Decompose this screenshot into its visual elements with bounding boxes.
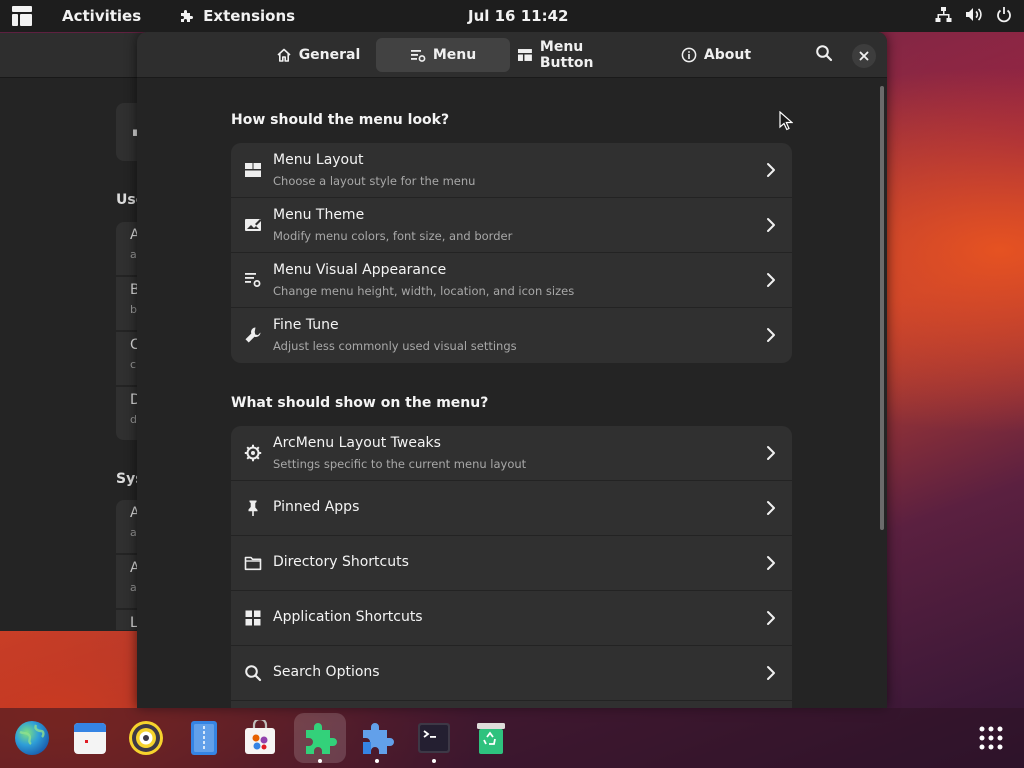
search-icon <box>245 665 262 682</box>
scrollbar[interactable] <box>880 86 884 530</box>
window-header: General Menu Menu Button About <box>137 32 887 78</box>
row-title: Pinned Apps <box>273 499 360 515</box>
dock <box>0 708 1024 768</box>
chevron-right-icon <box>767 556 775 570</box>
row-menu-layout[interactable]: Menu Layout Choose a layout style for th… <box>231 143 792 198</box>
activities-button[interactable]: Activities <box>62 7 141 25</box>
row-partial <box>231 701 792 708</box>
tab-menu-button[interactable]: Menu Button <box>517 38 641 72</box>
layout-icon <box>245 163 261 177</box>
search-icon[interactable] <box>815 44 833 62</box>
row-pinned-apps[interactable]: Pinned Apps <box>231 481 792 536</box>
text-editor-icon[interactable] <box>186 720 222 756</box>
row-subtitle: Adjust less commonly used visual setting… <box>273 339 517 353</box>
running-indicator <box>432 759 436 763</box>
theme-icon <box>245 219 262 231</box>
row-directory-shortcuts[interactable]: Directory Shortcuts <box>231 536 792 591</box>
software-center-icon[interactable] <box>242 720 278 756</box>
info-icon <box>681 47 697 63</box>
section-title: How should the menu look? <box>231 112 450 128</box>
running-indicator <box>375 759 379 763</box>
chevron-right-icon <box>767 163 775 177</box>
section-title: What should show on the menu? <box>231 395 489 411</box>
tab-label: Menu Button <box>539 39 594 71</box>
system-status-area[interactable] <box>935 6 1012 23</box>
calendar-icon[interactable] <box>72 720 108 756</box>
row-title: Menu Visual Appearance <box>273 262 447 278</box>
close-button[interactable] <box>852 44 876 68</box>
row-title: Application Shortcuts <box>273 609 423 625</box>
row-title: Fine Tune <box>273 317 339 333</box>
gear-icon <box>244 444 262 462</box>
row-subtitle: Settings specific to the current menu la… <box>273 457 527 471</box>
tab-menu[interactable]: Menu <box>376 38 510 72</box>
row-title: Menu Theme <box>273 207 365 223</box>
terminal-icon[interactable] <box>416 720 452 756</box>
row-title: Search Options <box>273 664 380 680</box>
workspace-logo-icon[interactable] <box>12 6 32 26</box>
chevron-right-icon <box>767 666 775 680</box>
row-title: Directory Shortcuts <box>273 554 409 570</box>
arcmenu-settings-window[interactable]: General Menu Menu Button About How shoul… <box>137 32 887 708</box>
tab-label: General <box>298 47 361 63</box>
chevron-right-icon <box>767 501 775 515</box>
tab-label: Menu <box>432 47 477 63</box>
tab-general[interactable]: General <box>260 38 376 72</box>
extensions-app-label: Extensions <box>203 7 296 25</box>
chevron-right-icon <box>767 273 775 287</box>
chevron-right-icon <box>767 218 775 232</box>
close-icon <box>859 51 869 61</box>
tab-about[interactable]: About <box>672 38 760 72</box>
row-subtitle: Choose a layout style for the menu <box>273 174 476 188</box>
row-menu-visual-appearance[interactable]: Menu Visual Appearance Change menu heigh… <box>231 253 792 308</box>
background-window-header <box>0 33 150 78</box>
settings-group-look: Menu Layout Choose a layout style for th… <box>231 143 792 363</box>
volume-icon <box>966 8 982 21</box>
extensions-icon[interactable] <box>302 720 338 756</box>
network-icon <box>935 7 952 22</box>
chevron-right-icon <box>767 446 775 460</box>
row-search-options[interactable]: Search Options <box>231 646 792 701</box>
puzzle-icon <box>181 10 194 22</box>
row-subtitle: Change menu height, width, location, and… <box>273 284 575 298</box>
rhythmbox-icon[interactable] <box>128 720 164 756</box>
row-menu-theme[interactable]: Menu Theme Modify menu colors, font size… <box>231 198 792 253</box>
clock[interactable]: Jul 16 11:42 <box>468 7 568 25</box>
menu-button-icon <box>517 49 532 61</box>
settings-group-show: ArcMenu Layout Tweaks Settings specific … <box>231 426 792 708</box>
tab-label: About <box>703 47 752 63</box>
mouse-pointer-icon <box>779 111 793 131</box>
folder-icon <box>244 556 262 571</box>
row-application-shortcuts[interactable]: Application Shortcuts <box>231 591 792 646</box>
row-subtitle: Modify menu colors, font size, and borde… <box>273 229 513 243</box>
trash-icon[interactable] <box>473 720 509 756</box>
extension-manager-icon[interactable] <box>359 720 395 756</box>
visual-appearance-icon <box>245 273 261 287</box>
pin-icon <box>248 500 258 516</box>
web-browser-icon[interactable] <box>14 720 50 756</box>
power-icon <box>997 7 1011 23</box>
row-layout-tweaks[interactable]: ArcMenu Layout Tweaks Settings specific … <box>231 426 792 481</box>
chevron-right-icon <box>767 611 775 625</box>
row-fine-tune[interactable]: Fine Tune Adjust less commonly used visu… <box>231 308 792 363</box>
row-title: ArcMenu Layout Tweaks <box>273 435 441 451</box>
row-title: Menu Layout <box>273 152 364 168</box>
top-bar: Activities Extensions Jul 16 11:42 <box>0 0 1024 32</box>
home-icon <box>277 48 291 62</box>
running-indicator <box>318 759 322 763</box>
app-grid-icon <box>245 610 261 626</box>
menu-settings-icon <box>410 50 426 62</box>
extensions-app-menu[interactable]: Extensions <box>179 7 295 25</box>
wrench-icon <box>245 327 261 343</box>
show-apps-icon[interactable] <box>978 725 1004 751</box>
chevron-right-icon <box>767 328 775 342</box>
